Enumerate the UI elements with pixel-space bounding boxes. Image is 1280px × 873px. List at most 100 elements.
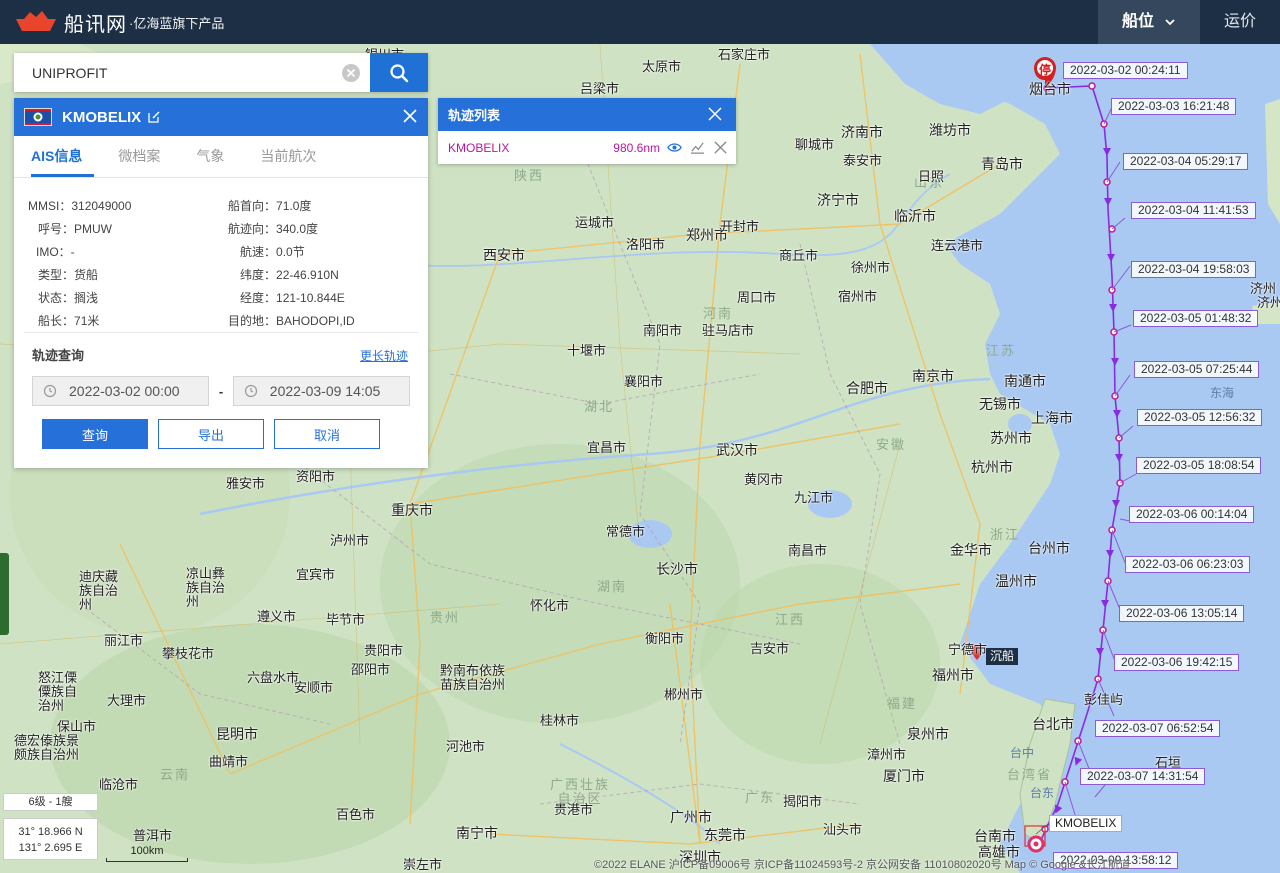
track-time-label[interactable]: 2022-03-06 00:14:04: [1129, 506, 1255, 523]
province-label: 陕西: [514, 168, 545, 183]
city-label: 丽江市: [104, 633, 144, 648]
track-time-label[interactable]: 2022-03-06 06:23:03: [1125, 556, 1251, 573]
city-label: 运城市: [575, 215, 615, 230]
ship-panel-tabs: AIS信息 微档案 气象 当前航次: [14, 136, 428, 178]
place-label: 德宏傣族景颇族自治州: [14, 733, 80, 762]
city-label: 长沙市: [656, 561, 698, 577]
belize-flag-icon: [24, 108, 52, 126]
city-label: 南京市: [912, 368, 954, 384]
track-query-title: 轨迹查询: [32, 348, 85, 363]
track-time-label[interactable]: 2022-03-06 13:05:14: [1119, 605, 1245, 622]
province-label: 台湾省: [1007, 767, 1053, 782]
province-label: 浙江: [990, 527, 1021, 542]
city-label: 无锡市: [979, 396, 1021, 412]
track-time-label[interactable]: 2022-03-04 11:41:53: [1131, 202, 1256, 219]
clear-search-button[interactable]: [332, 53, 370, 92]
start-date-field[interactable]: 2022-03-02 00:00: [32, 376, 210, 406]
sunk-ship-label[interactable]: 沉船: [986, 648, 1019, 665]
ship-name-label[interactable]: KMOBELIX: [1049, 815, 1123, 832]
city-label: 宜昌市: [587, 440, 627, 455]
ais-callsign: 呼号：PMUW: [38, 222, 113, 236]
city-label: 太原市: [642, 59, 682, 74]
ais-speed: 航速：0.0节: [240, 245, 305, 259]
tab-ais-info[interactable]: AIS信息: [31, 136, 95, 177]
city-label: 济宁市: [817, 192, 859, 208]
search-icon: [390, 63, 409, 82]
track-query: 轨迹查询 更长轨迹 2022-03-02 00:00 - 2022-03-09 …: [14, 333, 428, 449]
search-button[interactable]: [370, 53, 428, 92]
query-button[interactable]: 查询: [42, 419, 148, 449]
city-label: 昆明市: [216, 726, 258, 742]
city-label: 宁德市: [948, 642, 988, 657]
city-label: 厦门市: [883, 768, 925, 784]
ais-course: 航迹向：340.0度: [228, 222, 319, 236]
place-label: 凉山彝族自治州: [186, 566, 226, 609]
top-bar: 船讯网 ·亿海蓝旗下产品 船位 运价: [0, 0, 1280, 44]
city-label: 河池市: [446, 739, 486, 754]
close-icon[interactable]: [402, 108, 418, 124]
track-list-title: 轨迹列表: [448, 108, 501, 123]
track-time-label[interactable]: 2022-03-03 16:21:48: [1111, 98, 1237, 115]
track-time-label[interactable]: 2022-03-05 12:56:32: [1137, 409, 1263, 426]
longer-track-link[interactable]: 更长轨迹: [360, 347, 408, 364]
city-label: 彭佳屿: [1084, 692, 1124, 707]
track-list-item[interactable]: KMOBELIX 980.6nm: [438, 131, 736, 164]
tab-weather[interactable]: 气象: [184, 136, 236, 177]
ais-longitude: 经度：121-10.844E: [240, 291, 345, 305]
track-time-label[interactable]: 2022-03-05 07:25:44: [1134, 361, 1260, 378]
ship-logo-icon: [16, 11, 56, 31]
line-chart-icon[interactable]: [690, 140, 705, 155]
city-label: 十堰市: [567, 343, 607, 358]
city-label: 广州市: [670, 809, 712, 825]
track-time-label[interactable]: 2022-03-02 00:24:11: [1063, 62, 1188, 79]
edit-icon[interactable]: [147, 110, 161, 124]
map-side-handle[interactable]: [0, 553, 9, 635]
ship-panel-header: KMOBELIX: [14, 98, 428, 136]
city-label: 汕头市: [823, 822, 863, 837]
track-time-label[interactable]: 2022-03-07 06:52:54: [1095, 720, 1221, 737]
city-label: 泸州市: [330, 533, 370, 548]
clear-circle-icon: [342, 63, 360, 82]
nav-freight[interactable]: 运价: [1200, 0, 1280, 44]
place-label: 东海: [1210, 386, 1235, 400]
end-date-value: 2022-03-09 14:05: [269, 383, 381, 399]
place-label: 台东: [1030, 786, 1055, 800]
tab-current-voyage[interactable]: 当前航次: [248, 136, 328, 177]
track-time-label[interactable]: 2022-03-05 01:48:32: [1133, 310, 1259, 327]
track-time-label[interactable]: 2022-03-04 19:58:03: [1131, 261, 1257, 278]
city-label: 大理市: [107, 693, 147, 708]
track-time-label[interactable]: 2022-03-04 05:29:17: [1123, 153, 1249, 170]
city-label: 宜宾市: [296, 567, 336, 582]
city-label: 福州市: [932, 667, 974, 683]
cancel-button[interactable]: 取消: [274, 419, 380, 449]
start-date-value: 2022-03-02 00:00: [69, 383, 180, 399]
place-label: 黔南布依族苗族自治州: [440, 663, 506, 692]
city-label: 临沂市: [894, 208, 936, 224]
eye-icon[interactable]: [667, 140, 682, 155]
city-label: 常德市: [606, 524, 646, 539]
city-label: 黄冈市: [744, 472, 784, 487]
place-label: 吕梁市: [580, 81, 620, 96]
province-label: 福建: [887, 696, 918, 711]
search-input[interactable]: [14, 53, 332, 92]
city-label: 雅安市: [226, 476, 266, 491]
ais-latitude: 纬度：22-46.910N: [240, 268, 339, 282]
end-date-field[interactable]: 2022-03-09 14:05: [232, 376, 410, 406]
city-label: 上海市: [1031, 410, 1073, 426]
track-time-label[interactable]: 2022-03-06 19:42:15: [1114, 654, 1240, 671]
city-label: 济南市: [841, 124, 883, 140]
export-button[interactable]: 导出: [158, 419, 264, 449]
nav-freight-label: 运价: [1223, 13, 1256, 30]
nav-ship-position[interactable]: 船位: [1097, 0, 1200, 44]
tab-micro-archive[interactable]: 微档案: [106, 136, 172, 177]
track-time-label[interactable]: 2022-03-07 14:31:54: [1080, 768, 1206, 785]
place-label: 怒江傈僳族自治州: [38, 670, 78, 713]
close-icon[interactable]: [708, 107, 722, 121]
city-label: 台州市: [1028, 540, 1070, 556]
place-label: 台中: [1010, 746, 1035, 760]
city-label: 金华市: [950, 542, 992, 558]
city-label: 漳州市: [867, 747, 907, 762]
remove-icon[interactable]: [713, 140, 728, 155]
logo[interactable]: 船讯网 ·亿海蓝旗下产品: [0, 0, 224, 44]
track-time-label[interactable]: 2022-03-05 18:08:54: [1136, 457, 1262, 474]
